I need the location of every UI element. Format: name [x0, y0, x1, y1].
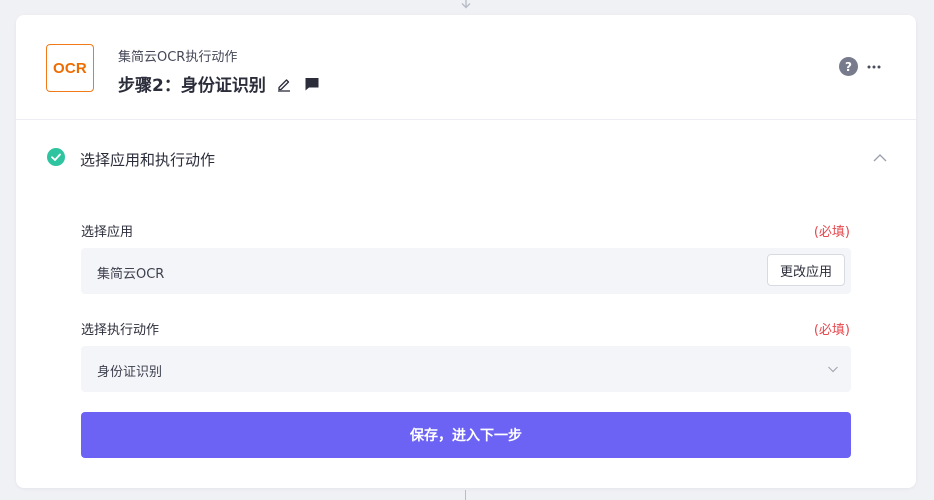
chevron-up-icon[interactable] [872, 150, 888, 166]
step-title-row: 步骤2：身份证识别 [118, 71, 320, 96]
action-required-tag: (必填) [813, 323, 850, 338]
app-field-value: 集简云OCR [97, 267, 165, 282]
action-field-label: 选择执行动作 [81, 323, 160, 338]
change-app-button[interactable]: 更改应用 [766, 254, 845, 286]
step-header: OCR 集简云OCR执行动作 步骤2：身份证识别 ? [16, 15, 916, 120]
app-required-tag: (必填) [813, 225, 850, 240]
action-select[interactable]: 身份证识别 [81, 346, 851, 392]
section-header[interactable]: 选择应用和执行动作 [16, 120, 916, 196]
app-field-label: 选择应用 [81, 225, 134, 240]
chevron-down-icon [828, 366, 838, 373]
save-next-button[interactable]: 保存，进入下一步 [81, 412, 851, 458]
more-icon[interactable] [866, 59, 882, 75]
app-field: 集简云OCR 更改应用 [81, 248, 851, 294]
app-name: 集简云OCR执行动作 [118, 50, 238, 65]
help-icon[interactable]: ? [839, 57, 858, 76]
comment-icon[interactable] [304, 76, 320, 92]
step-card: OCR 集简云OCR执行动作 步骤2：身份证识别 ? 选择应用和执行动作 选择应… [16, 15, 916, 488]
action-select-value: 身份证识别 [97, 365, 163, 380]
edit-icon[interactable] [276, 76, 292, 92]
arrow-down-icon [461, 0, 471, 9]
section-title: 选择应用和执行动作 [80, 151, 216, 169]
step-title: 步骤2：身份证识别 [118, 76, 266, 96]
check-circle-icon [47, 148, 65, 166]
connector-line [465, 490, 466, 500]
app-logo: OCR [46, 44, 94, 92]
